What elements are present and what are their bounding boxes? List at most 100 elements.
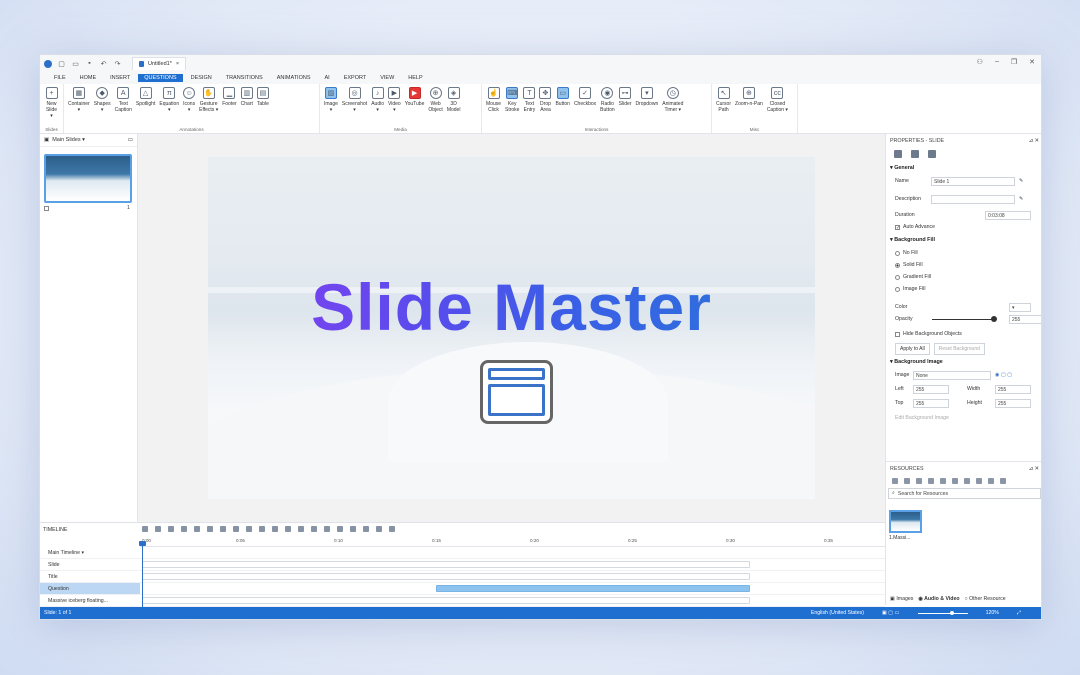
undo-icon[interactable]: ↶ (99, 59, 108, 68)
align-right-icon[interactable] (246, 526, 252, 532)
audio-icon[interactable] (181, 526, 187, 532)
name-field[interactable]: Slide 1 (931, 176, 1015, 186)
question-timeline-bar[interactable] (436, 585, 750, 592)
align-center-icon[interactable] (233, 526, 239, 532)
slide-thumbnail[interactable] (44, 154, 132, 203)
slide-timeline-bar[interactable] (142, 561, 750, 568)
account-icon[interactable]: ⚇ (977, 58, 983, 66)
add-resource-icon[interactable] (904, 478, 910, 484)
fit-icon[interactable]: ⤢ (1017, 610, 1021, 617)
main-slides-dropdown[interactable]: Main Slides ▾ (52, 137, 85, 143)
close-tab-icon[interactable]: × (176, 61, 179, 67)
menu-view[interactable]: VIEW (374, 74, 400, 82)
filter-icon[interactable] (976, 478, 982, 484)
style-tab-icon[interactable] (928, 150, 936, 158)
window-layout-icon[interactable] (480, 360, 553, 424)
timeline-row-slide[interactable]: Slide (40, 559, 885, 571)
info-icon[interactable] (964, 478, 970, 484)
more-icon[interactable] (1000, 478, 1006, 484)
delete-icon[interactable] (928, 478, 934, 484)
timeline-row-image[interactable]: Massive iceberg floating... (40, 595, 885, 607)
tab-audio-video[interactable]: ◉ Audio & Video (918, 596, 959, 602)
lock-icon[interactable] (298, 526, 304, 532)
transition-icon[interactable] (324, 526, 330, 532)
no-fill-radio[interactable] (895, 250, 900, 256)
resource-thumbnail[interactable] (889, 510, 922, 533)
hide-bg-checkbox[interactable] (895, 331, 900, 337)
slide-canvas[interactable]: Slide Master (208, 157, 815, 499)
color-picker[interactable]: ▾ (1009, 302, 1031, 312)
menu-home[interactable]: HOME (74, 74, 103, 82)
height-field[interactable]: 255 (995, 398, 1031, 408)
maximize-icon[interactable]: ❐ (1011, 58, 1017, 66)
split-icon[interactable] (285, 526, 291, 532)
import-icon[interactable] (916, 478, 922, 484)
play-icon[interactable] (155, 526, 161, 532)
duration-field[interactable]: 0:03:08 (985, 210, 1031, 220)
close-window-icon[interactable]: ✕ (1029, 58, 1035, 66)
edit-icon[interactable] (940, 478, 946, 484)
keyframe-icon[interactable] (376, 526, 382, 532)
width-field[interactable]: 255 (995, 384, 1031, 394)
tl-view-icon[interactable] (142, 526, 148, 532)
edit-description-icon[interactable]: ✎ (1019, 196, 1023, 202)
image-fill-radio[interactable] (895, 286, 900, 292)
minimize-icon[interactable]: – (995, 58, 999, 66)
gradient-fill-radio[interactable] (895, 274, 900, 280)
timeline-ruler[interactable]: 0:00 0:05 0:10 0:15 0:20 0:25 0:30 0:35 (140, 537, 885, 547)
opacity-slider[interactable] (932, 319, 994, 320)
top-field[interactable]: 255 (913, 398, 949, 408)
description-field[interactable] (931, 194, 1015, 204)
slide-view-icon[interactable]: ▭ (128, 137, 133, 143)
zoom-level[interactable]: 120% (986, 610, 999, 616)
menu-help[interactable]: HELP (402, 74, 428, 82)
left-field[interactable]: 255 (913, 384, 949, 394)
timeline-row-title[interactable]: Title (40, 571, 885, 583)
slide-title[interactable]: Slide Master (208, 269, 815, 345)
menu-export[interactable]: EXPORT (338, 74, 373, 82)
tab-other-resource[interactable]: ○ Other Resource (965, 596, 1006, 602)
grid-view-icon[interactable] (892, 478, 898, 484)
opacity-slider-thumb[interactable] (991, 316, 997, 322)
view-mode-icons[interactable]: ▣ ▢ ▭ (882, 610, 900, 616)
image-field[interactable]: None (913, 370, 991, 380)
opacity-field[interactable]: 255 (1009, 314, 1041, 324)
title-timeline-bar[interactable] (142, 573, 750, 580)
marker-icon[interactable] (363, 526, 369, 532)
background-image-section[interactable]: Background Image (886, 355, 1041, 369)
effect-icon[interactable] (337, 526, 343, 532)
tab-images[interactable]: ▣ Images (890, 596, 913, 602)
save-icon[interactable]: ▪ (85, 59, 94, 68)
align-left-icon[interactable] (220, 526, 226, 532)
apply-to-all-button[interactable]: Apply to All (895, 343, 930, 355)
timing-tab-icon[interactable] (911, 150, 919, 158)
open-folder-icon[interactable]: ▭ (71, 59, 80, 68)
solid-fill-radio[interactable] (895, 262, 900, 268)
document-tab[interactable]: Untitled1* × (132, 57, 187, 70)
menu-file[interactable]: FILE (48, 74, 72, 82)
menu-ai[interactable]: AI (319, 74, 336, 82)
distribute-icon[interactable] (259, 526, 265, 532)
zoom-in-icon[interactable] (207, 526, 213, 532)
stop-icon[interactable] (168, 526, 174, 532)
edit-name-icon[interactable]: ✎ (1019, 178, 1023, 184)
auto-advance-checkbox[interactable]: ✓ (895, 224, 900, 230)
visibility-icon[interactable] (311, 526, 317, 532)
resources-pin-close-icons[interactable]: ⊿ ✕ (1029, 466, 1039, 472)
zoom-out-icon[interactable] (194, 526, 200, 532)
snap-icon[interactable] (389, 526, 395, 532)
timeline-row-question[interactable]: Question (40, 583, 885, 595)
general-section[interactable]: General (886, 161, 1041, 175)
menu-transitions[interactable]: TRANSITIONS (220, 74, 269, 82)
slide-properties-tab-icon[interactable] (894, 150, 902, 158)
zoom-slider[interactable] (917, 610, 968, 615)
sort-icon[interactable] (988, 478, 994, 484)
resources-search[interactable]: ⌕ Search for Resources (888, 488, 1041, 499)
pin-close-icons[interactable]: ⊿ ✕ (1029, 138, 1039, 144)
image-timeline-bar[interactable] (142, 597, 750, 604)
slide-checkbox[interactable] (44, 206, 49, 211)
menu-animations[interactable]: ANIMATIONS (271, 74, 317, 82)
background-fill-section[interactable]: Background Fill (886, 233, 1041, 247)
reset-background-button[interactable]: Reset Background (933, 343, 985, 355)
timeline-row-main[interactable]: Main Timeline ▾ (40, 547, 885, 559)
